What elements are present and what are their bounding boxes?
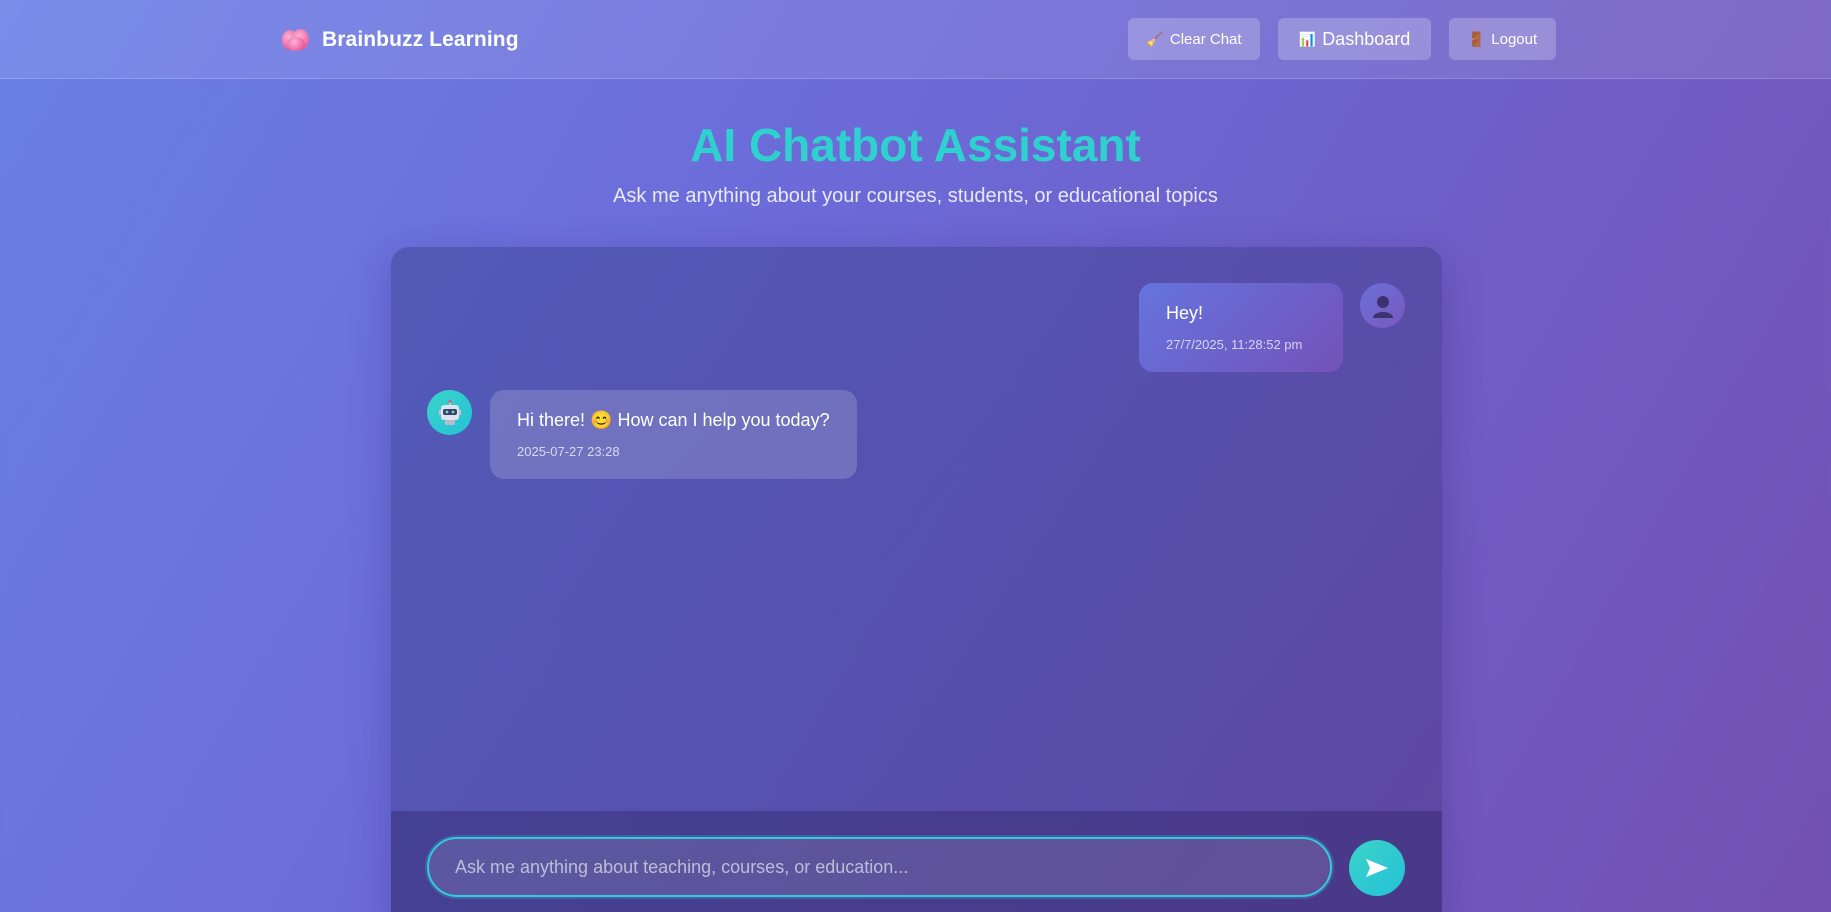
door-icon: 🚪 [1467, 30, 1486, 47]
bot-message-bubble: Hi there! 😊 How can I help you today? 20… [490, 390, 857, 479]
brand-title: Brainbuzz Learning [322, 28, 519, 51]
robot-icon [438, 399, 461, 425]
brand[interactable]: Brainbuzz Learning [282, 24, 519, 56]
clear-chat-label: Clear Chat [1169, 30, 1242, 48]
chat-input[interactable] [427, 837, 1332, 897]
message-timestamp: 27/7/2025, 11:28:52 pm [1166, 337, 1303, 352]
user-silhouette-icon [1372, 295, 1393, 318]
broom-icon: 🧹 [1146, 30, 1164, 47]
bar-chart-icon: 📊 [1298, 30, 1317, 47]
dashboard-label: Dashboard [1322, 28, 1411, 49]
page-subtitle: Ask me anything about your courses, stud… [613, 185, 1218, 207]
message-text: Hi there! 😊 How can I help you today? [517, 410, 830, 430]
page-title: AI Chatbot Assistant [690, 119, 1141, 171]
send-arrow-icon [1366, 859, 1388, 877]
user-avatar [1360, 283, 1405, 328]
bot-avatar [427, 390, 472, 435]
clear-chat-button[interactable]: 🧹 Clear Chat [1128, 18, 1260, 60]
user-message-bubble: Hey! 27/7/2025, 11:28:52 pm [1139, 283, 1343, 372]
logout-label: Logout [1491, 30, 1538, 48]
dashboard-button[interactable]: 📊 Dashboard [1278, 18, 1431, 60]
message-timestamp: 2025-07-27 23:28 [517, 444, 620, 459]
composer-bar [391, 811, 1442, 912]
send-button[interactable] [1349, 840, 1405, 896]
message-text: Hey! [1166, 303, 1204, 323]
brain-icon [282, 27, 310, 53]
logout-button[interactable]: 🚪 Logout [1449, 18, 1556, 60]
top-navbar: Brainbuzz Learning 🧹 Clear Chat 📊 Dashbo… [0, 0, 1831, 79]
chat-container: Hey! 27/7/2025, 11:28:52 pm Hi there! 😊 … [391, 247, 1442, 912]
